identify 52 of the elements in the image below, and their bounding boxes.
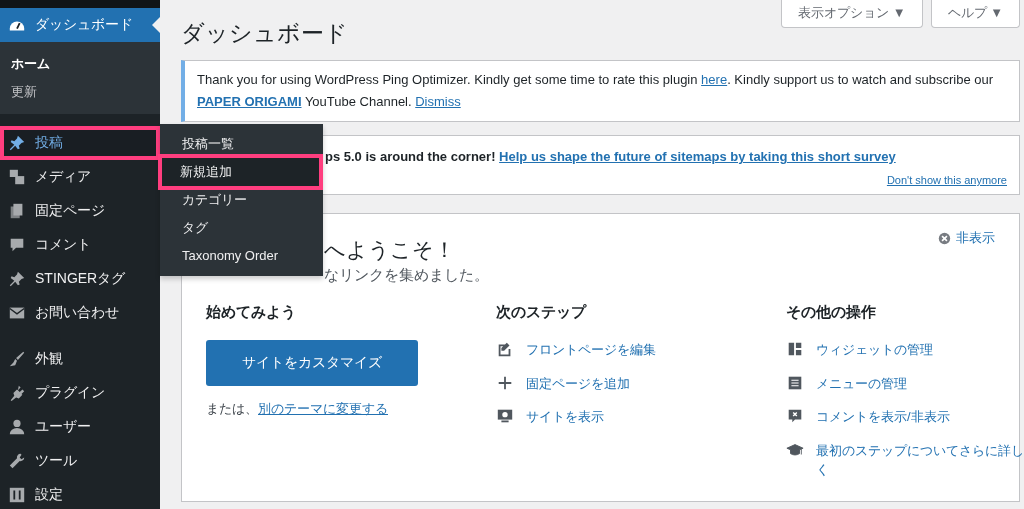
- page-title: ダッシュボード: [181, 19, 348, 48]
- paintbrush-icon: [8, 350, 26, 368]
- sidebar-item[interactable]: プラグイン: [0, 376, 160, 410]
- screen-tab-button[interactable]: 表示オプション ▼: [781, 0, 923, 28]
- welcome-link[interactable]: サイトを表示: [526, 407, 604, 427]
- welcome-link[interactable]: メニューの管理: [816, 373, 907, 394]
- submenu-item[interactable]: 更新: [11, 78, 160, 106]
- wrench-icon: [8, 452, 26, 470]
- notice-text: Thank you for using WordPress Ping Optimizer. Kindly get some time to rate this plugin here. Kindly support us to watch and subscribe our PAPER ORIGAMI YouTube Channel. Dismiss: [197, 71, 995, 112]
- submenu-item[interactable]: ホーム: [11, 50, 160, 78]
- sidebar-item[interactable]: ユーザー: [0, 410, 160, 444]
- sidebar-item[interactable]: 固定ページ: [0, 194, 160, 228]
- column-heading: その他の操作: [786, 303, 877, 323]
- welcome-link[interactable]: フロントページを編集: [526, 340, 656, 360]
- pushpin-icon: [8, 270, 26, 288]
- link[interactable]: PAPER ORIGAMI: [197, 94, 302, 110]
- customize-button[interactable]: サイトをカスタマイズ: [206, 340, 418, 387]
- close-icon: [938, 231, 951, 245]
- column-heading: 次のステップ: [496, 303, 588, 323]
- flyout-item[interactable]: カテゴリー: [164, 186, 319, 214]
- welcome-link[interactable]: 最初のステップについてさらに詳しく: [816, 440, 1024, 480]
- media-icon: [8, 168, 26, 186]
- link[interactable]: Dismiss: [415, 94, 461, 110]
- welcome-link[interactable]: 固定ページを追加: [526, 373, 630, 394]
- hide-notice-link[interactable]: Don't show this anymore: [886, 174, 1007, 187]
- welcome-link[interactable]: コメントを表示/非表示: [816, 407, 950, 427]
- sidebar-item[interactable]: ツール: [0, 444, 160, 478]
- sidebar-item[interactable]: お問い合わせ: [0, 296, 160, 330]
- pushpin-icon: [8, 134, 26, 152]
- sidebar-item[interactable]: コメント: [0, 228, 160, 262]
- sidebar-item[interactable]: メディア: [0, 160, 160, 194]
- current-pointer-icon: [152, 17, 160, 33]
- screen-tab-button[interactable]: ヘルプ ▼: [930, 0, 1020, 28]
- sidebar-item[interactable]: 投稿: [0, 126, 160, 160]
- notice-text: ps 5.0 is around the corner! Help us shape the future of sitemaps by taking this short survey: [325, 148, 897, 167]
- plug-icon: [8, 384, 26, 402]
- welcome-title: へようこそ！: [324, 237, 456, 264]
- flyout-item[interactable]: タグ: [164, 214, 319, 242]
- sidebar-item[interactable]: ダッシュボード: [0, 8, 160, 42]
- welcome-link[interactable]: ウィジェットの管理: [816, 340, 933, 360]
- hide-link[interactable]: 非表示: [938, 228, 995, 249]
- sidebar-item[interactable]: STINGERタグ: [0, 262, 160, 296]
- user-icon: [8, 418, 26, 436]
- column-heading: 始めてみよう: [206, 303, 297, 323]
- flyout-item[interactable]: 投稿一覧: [164, 130, 319, 158]
- change-theme-link[interactable]: 別のテーマに変更する: [258, 401, 388, 417]
- alt-text: または、: [206, 401, 258, 417]
- flyout-item[interactable]: Taxonomy Order: [164, 242, 319, 270]
- sidebar-item[interactable]: 設定: [0, 478, 160, 509]
- link[interactable]: Help us shape the future of sitemaps by taking this short survey: [499, 149, 896, 165]
- welcome-subtitle: なリンクを集めました。: [324, 266, 489, 286]
- sidebar-item[interactable]: 外観: [0, 342, 160, 376]
